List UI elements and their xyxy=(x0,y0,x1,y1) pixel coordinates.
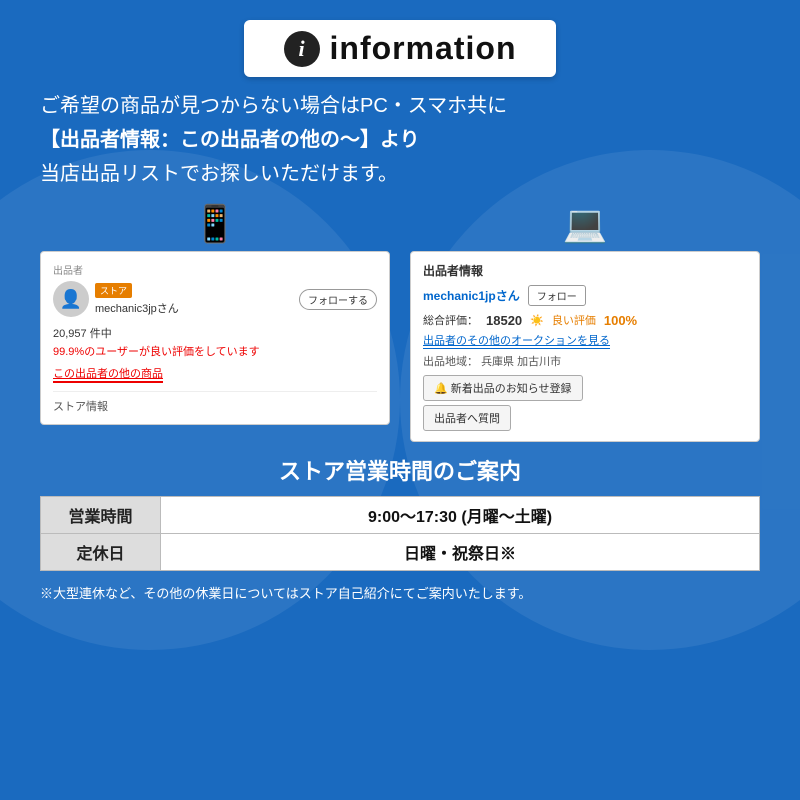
username: mechanic3jpさん xyxy=(95,300,293,316)
stats: 20,957 件中 xyxy=(53,325,377,341)
location-value: 兵庫県 加古川市 xyxy=(481,356,561,368)
desktop-username: mechanic1jpさん xyxy=(423,287,520,304)
action-buttons: 🔔 新着出品のお知らせ登録 出品者へ質問 xyxy=(423,375,747,431)
rating-row: 総合評価： 18520 ☀️ 良い評価 100% xyxy=(423,312,747,328)
auction-link[interactable]: 出品者のその他のオークションを見る xyxy=(423,332,610,349)
screenshots-row: 📱 出品者 👤 ストア mechanic3jpさん フォローする 20,957 … xyxy=(20,203,780,442)
desktop-section-label: 出品者情報 xyxy=(423,262,747,279)
hours-value: 9:00〜17:30 (月曜〜土曜) xyxy=(161,497,760,534)
mobile-screenshot: 出品者 👤 ストア mechanic3jpさん フォローする 20,957 件中… xyxy=(40,251,390,425)
main-text-line1: ご希望の商品が見つからない場合はPC・スマホ共に xyxy=(40,89,760,123)
positive-text: 99.9%のユーザーが良い評価をしています xyxy=(53,343,377,359)
rating-number: 18520 xyxy=(486,313,522,328)
mobile-user-row: 👤 ストア mechanic3jpさん フォローする xyxy=(53,281,377,317)
phone-icon: 📱 xyxy=(193,203,238,245)
avatar: 👤 xyxy=(53,281,89,317)
laptop-icon: 💻 xyxy=(563,203,608,245)
follow-button[interactable]: フォローする xyxy=(299,289,377,310)
desktop-screenshot: 出品者情報 mechanic1jpさん フォロー 総合評価： 18520 ☀️ … xyxy=(410,251,760,442)
main-text: ご希望の商品が見つからない場合はPC・スマホ共に 【出品者情報：この出品者の他の… xyxy=(20,89,780,191)
question-button[interactable]: 出品者へ質問 xyxy=(423,405,511,431)
hours-section: ストア営業時間のご案内 営業時間9:00〜17:30 (月曜〜土曜)定休日日曜・… xyxy=(20,454,780,571)
hours-table: 営業時間9:00〜17:30 (月曜〜土曜)定休日日曜・祝祭日※ xyxy=(40,496,760,571)
notify-button[interactable]: 🔔 新着出品のお知らせ登録 xyxy=(423,375,583,401)
hours-row: 定休日日曜・祝祭日※ xyxy=(41,534,760,571)
desktop-user-row: mechanic1jpさん フォロー xyxy=(423,285,747,306)
mobile-section-label: 出品者 xyxy=(53,262,377,277)
header-box: i information xyxy=(244,20,557,77)
good-icon: ☀️ xyxy=(530,314,544,327)
rating-label: 総合評価： xyxy=(423,312,478,328)
hours-row: 営業時間9:00〜17:30 (月曜〜土曜) xyxy=(41,497,760,534)
info-icon: i xyxy=(284,31,320,67)
footer-note: ※大型連休など、その他の休業日についてはストア自己紹介にてご案内いたします。 xyxy=(20,583,780,602)
main-text-line2: 【出品者情報：この出品者の他の〜】より xyxy=(40,123,760,157)
hours-label: 営業時間 xyxy=(41,497,161,534)
store-info: ストア情報 xyxy=(53,391,377,414)
location-label: 出品地域： xyxy=(423,356,478,368)
seller-other-items-link[interactable]: この出品者の他の商品 xyxy=(53,365,163,383)
good-label: 良い評価 xyxy=(552,312,596,328)
hours-value: 日曜・祝祭日※ xyxy=(161,534,760,571)
desktop-follow-button[interactable]: フォロー xyxy=(528,285,586,306)
hours-title: ストア営業時間のご案内 xyxy=(40,454,760,486)
good-pct: 100% xyxy=(604,313,637,328)
hours-label: 定休日 xyxy=(41,534,161,571)
location: 出品地域： 兵庫県 加古川市 xyxy=(423,353,747,369)
main-text-line3: 当店出品リストでお探しいただけます。 xyxy=(40,157,760,191)
desktop-col: 💻 出品者情報 mechanic1jpさん フォロー 総合評価： 18520 ☀… xyxy=(410,203,760,442)
header-title: information xyxy=(330,30,517,67)
store-badge: ストア xyxy=(95,283,132,298)
user-info: ストア mechanic3jpさん xyxy=(95,283,293,316)
mobile-col: 📱 出品者 👤 ストア mechanic3jpさん フォローする 20,957 … xyxy=(40,203,390,425)
